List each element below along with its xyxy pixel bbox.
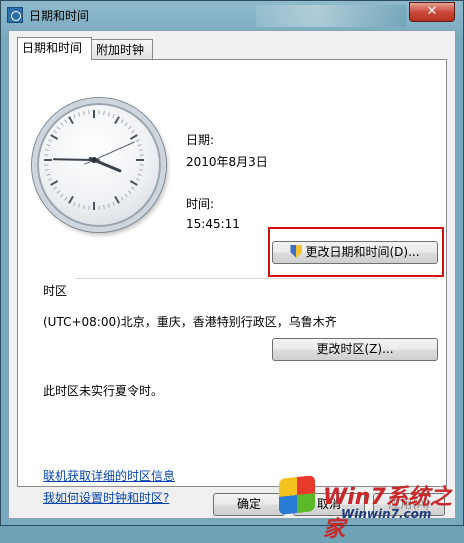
minute-tick xyxy=(48,140,52,142)
window-title: 日期和时间 xyxy=(29,7,89,24)
minute-tick xyxy=(74,114,76,118)
minute-tick xyxy=(139,150,143,151)
hour-tick xyxy=(51,135,58,139)
timezone-separator xyxy=(76,278,438,279)
minute-tick xyxy=(84,111,85,115)
tab-additional-clocks[interactable]: 附加时钟 xyxy=(91,39,153,59)
analog-clock xyxy=(32,98,166,232)
timezone-section-label: 时区 xyxy=(43,282,67,299)
how-to-set-clock-link[interactable]: 我如何设置时钟和时区? xyxy=(43,489,169,506)
minute-tick xyxy=(125,194,128,197)
minute-tick xyxy=(131,131,134,133)
change-date-time-label: 更改日期和时间(D)... xyxy=(305,245,419,259)
minute-tick xyxy=(138,174,142,175)
minute-tick xyxy=(57,191,60,194)
hour-tick xyxy=(115,196,119,203)
minute-tick xyxy=(128,127,131,130)
minute-tick xyxy=(65,120,67,123)
hour-tick xyxy=(115,117,119,124)
minute-tick xyxy=(61,123,64,126)
hour-tick xyxy=(69,196,73,203)
minute-tick xyxy=(121,120,123,123)
hour-tick xyxy=(130,135,137,139)
minute-tick xyxy=(57,127,60,130)
hour-tick xyxy=(69,117,73,124)
minute-tick xyxy=(104,205,105,209)
minute-tick xyxy=(79,112,80,116)
clock-center-pin xyxy=(91,157,97,163)
clock-app-icon xyxy=(7,7,23,23)
date-label: 日期: xyxy=(186,131,214,148)
change-timezone-button[interactable]: 更改时区(Z)... xyxy=(272,338,438,361)
minute-tick xyxy=(46,174,50,175)
minute-tick xyxy=(131,187,134,189)
windows-logo-icon xyxy=(279,475,315,515)
online-timezone-info-link[interactable]: 联机获取详细的时区信息 xyxy=(43,467,175,484)
dialog-client-area: 日期和时间 附加时钟 日期: 2010年8月3日 时间: 15:45:11 更改… xyxy=(8,30,456,519)
title-bar[interactable]: 日期和时间 ✕ xyxy=(1,1,463,29)
change-date-time-button[interactable]: 更改日期和时间(D)... xyxy=(272,241,438,264)
minute-tick xyxy=(54,187,57,189)
minute-tick xyxy=(125,123,128,126)
minute-tick xyxy=(54,131,57,133)
time-label: 时间: xyxy=(186,195,214,212)
close-button[interactable]: ✕ xyxy=(409,2,455,22)
minute-tick xyxy=(45,170,49,171)
tab-panel: 日期: 2010年8月3日 时间: 15:45:11 更改日期和时间(D)...… xyxy=(17,59,447,487)
minute-tick xyxy=(108,204,109,208)
clock-face xyxy=(37,103,161,227)
minute-tick xyxy=(139,170,143,171)
date-value: 2010年8月3日 xyxy=(186,153,268,170)
minute-tick xyxy=(121,197,123,200)
minute-tick xyxy=(113,202,115,206)
hour-tick xyxy=(51,181,58,185)
date-time-dialog: 日期和时间 ✕ 日期和时间 附加时钟 日期: 2010年8月3日 时间: 15:… xyxy=(0,0,464,526)
minute-tick xyxy=(138,145,142,146)
minute-tick xyxy=(74,202,76,206)
tab-date-and-time[interactable]: 日期和时间 xyxy=(17,37,92,60)
minute-tick xyxy=(61,194,64,197)
minute-tick xyxy=(84,205,85,209)
close-icon: ✕ xyxy=(427,4,438,19)
uac-shield-icon xyxy=(290,245,302,258)
minute-tick xyxy=(136,179,140,181)
site-watermark: Win7系统之家 Winwin7.com xyxy=(271,471,464,527)
minute-tick xyxy=(48,179,52,181)
minute-tick xyxy=(108,112,109,116)
time-value: 15:45:11 xyxy=(186,217,240,231)
background-image xyxy=(256,5,406,27)
minute-tick xyxy=(128,191,131,194)
minute-tick xyxy=(136,140,140,142)
dst-note: 此时区未实行夏令时。 xyxy=(43,382,163,399)
watermark-url: Winwin7.com xyxy=(341,507,431,521)
minute-tick xyxy=(45,150,49,151)
minute-tick xyxy=(104,111,105,115)
minute-tick xyxy=(65,197,67,200)
minute-tick xyxy=(46,145,50,146)
minute-tick xyxy=(79,204,80,208)
hour-tick xyxy=(130,181,137,185)
timezone-value: (UTC+08:00)北京，重庆，香港特别行政区，乌鲁木齐 xyxy=(43,313,337,330)
minute-tick xyxy=(113,114,115,118)
